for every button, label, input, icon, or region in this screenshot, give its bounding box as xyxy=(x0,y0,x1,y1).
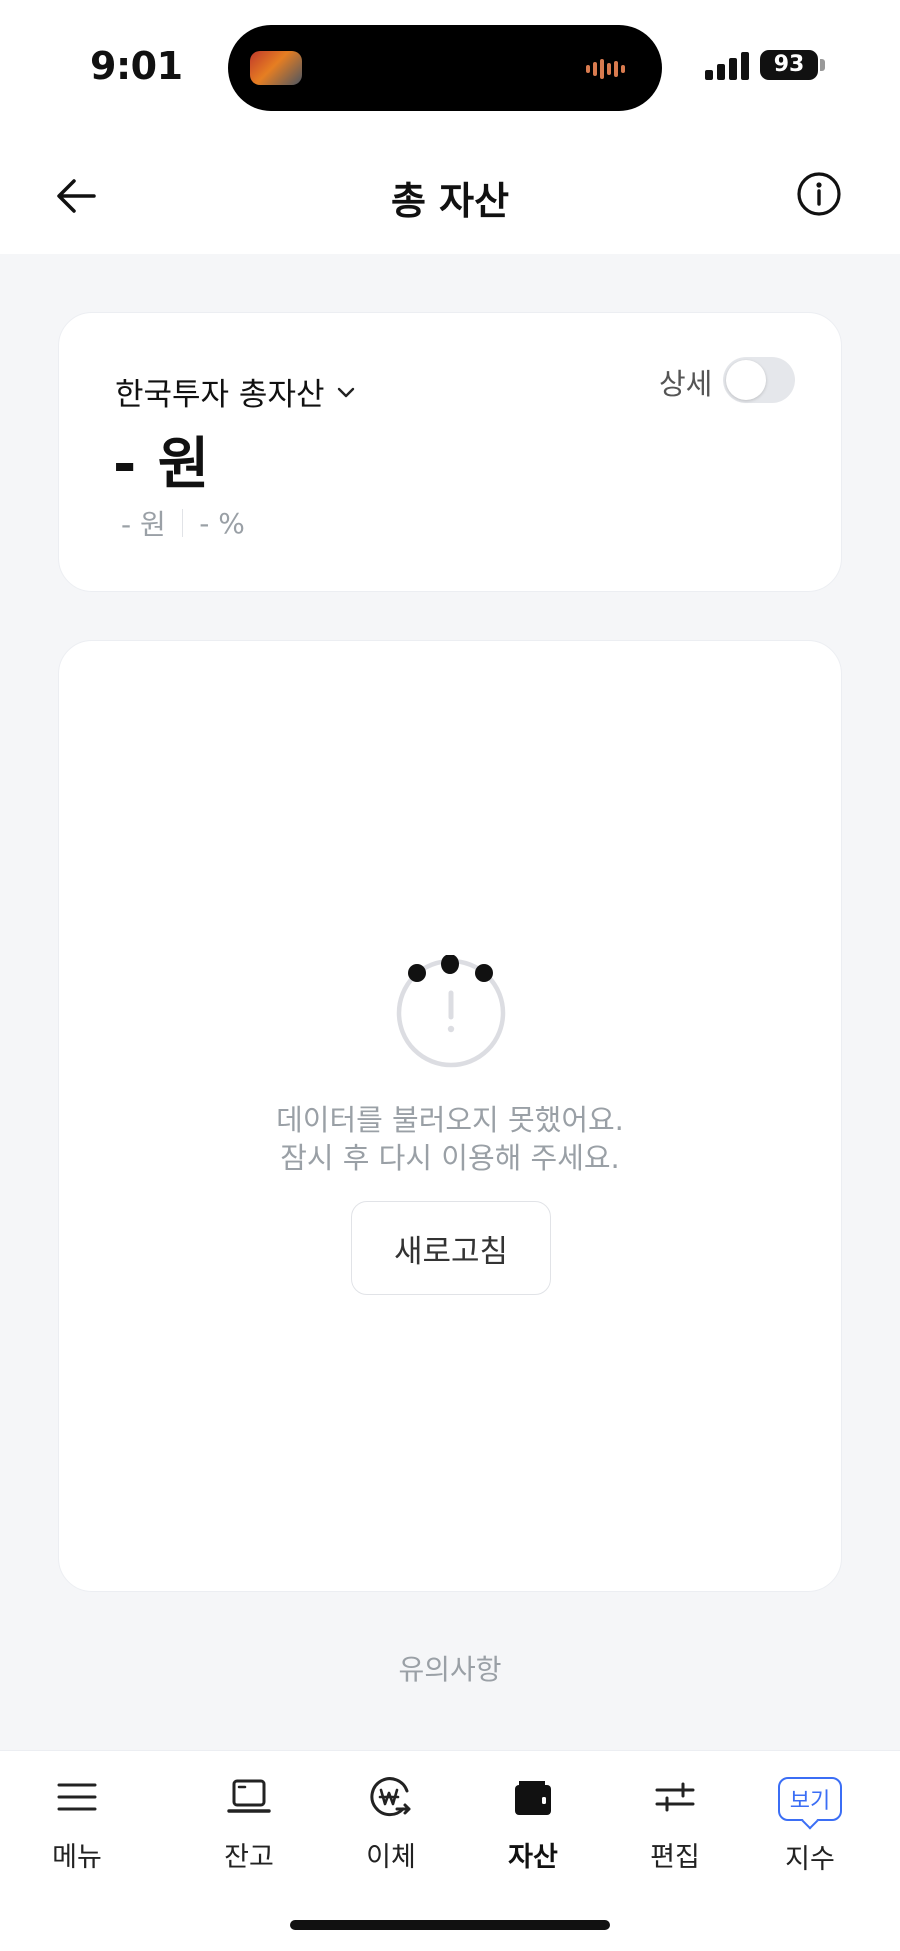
tab-assets[interactable]: 자산 xyxy=(478,1773,588,1883)
menu-icon xyxy=(57,1783,97,1811)
view-badge: 보기 xyxy=(777,1777,843,1821)
tab-edit-label: 편집 xyxy=(650,1842,700,1873)
laptop-icon xyxy=(227,1779,271,1813)
tab-assets-label: 자산 xyxy=(508,1842,558,1873)
app-header: 총 자산 xyxy=(0,130,900,254)
wallet-icon xyxy=(515,1781,551,1815)
page-title: 총 자산 xyxy=(390,179,510,223)
info-icon xyxy=(797,172,841,216)
asset-summary-card: 한국투자 총자산 - 원 - 원 - % 상세 xyxy=(58,312,842,592)
profit-amount: - 원 xyxy=(121,508,166,541)
tab-balance-label: 잔고 xyxy=(224,1842,274,1873)
error-message: 데이터를 불러오지 못했어요. 잠시 후 다시 이용해 주세요. xyxy=(59,1101,841,1177)
total-amount: - 원 xyxy=(113,432,211,497)
transfer-won-icon xyxy=(370,1777,411,1817)
toggle-knob xyxy=(726,360,766,400)
tab-menu-label: 메뉴 xyxy=(52,1842,102,1873)
status-bar: 9:01 93 xyxy=(0,0,900,130)
sliders-icon xyxy=(655,1782,695,1812)
detail-toggle[interactable] xyxy=(723,357,795,403)
info-button[interactable] xyxy=(795,170,843,218)
notice-link[interactable]: 유의사항 xyxy=(0,1648,900,1688)
now-playing-thumbnail xyxy=(250,51,302,85)
tab-index[interactable]: 보기 지수 xyxy=(755,1773,865,1883)
tab-edit[interactable]: 편집 xyxy=(620,1773,730,1883)
tab-balance[interactable]: 잔고 xyxy=(194,1773,304,1883)
signal-icon xyxy=(705,50,749,80)
error-line-2: 잠시 후 다시 이용해 주세요. xyxy=(280,1141,620,1175)
dynamic-island[interactable] xyxy=(228,25,662,111)
battery-icon: 93 xyxy=(760,50,818,80)
error-loading-icon xyxy=(396,955,506,1068)
divider xyxy=(181,509,184,537)
tab-transfer-label: 이체 xyxy=(366,1842,416,1873)
tab-menu[interactable]: 메뉴 xyxy=(22,1773,132,1883)
account-selector[interactable]: 한국투자 총자산 xyxy=(115,369,357,414)
profit-percent: - % xyxy=(199,506,245,540)
status-time: 9:01 xyxy=(90,44,183,88)
asset-detail-card: 데이터를 불러오지 못했어요. 잠시 후 다시 이용해 주세요. 새로고침 xyxy=(58,640,842,1592)
chevron-down-icon xyxy=(337,387,354,397)
account-label: 한국투자 총자산 xyxy=(115,377,325,413)
home-indicator xyxy=(290,1920,610,1930)
refresh-button[interactable]: 새로고침 xyxy=(351,1201,551,1295)
profit-summary: - 원 - % xyxy=(121,503,245,543)
audio-wave-icon xyxy=(586,58,638,79)
error-line-1: 데이터를 불러오지 못했어요. xyxy=(276,1103,624,1137)
battery-cap xyxy=(820,59,825,71)
tab-index-label: 지수 xyxy=(785,1844,835,1875)
total-assets-screen: 9:01 93 총 자산 한국투자 총자산 - 원 - 원 - % 상세 데이터… xyxy=(0,0,900,1951)
detail-label: 상세 xyxy=(659,367,713,401)
tab-transfer[interactable]: 이체 xyxy=(336,1773,446,1883)
